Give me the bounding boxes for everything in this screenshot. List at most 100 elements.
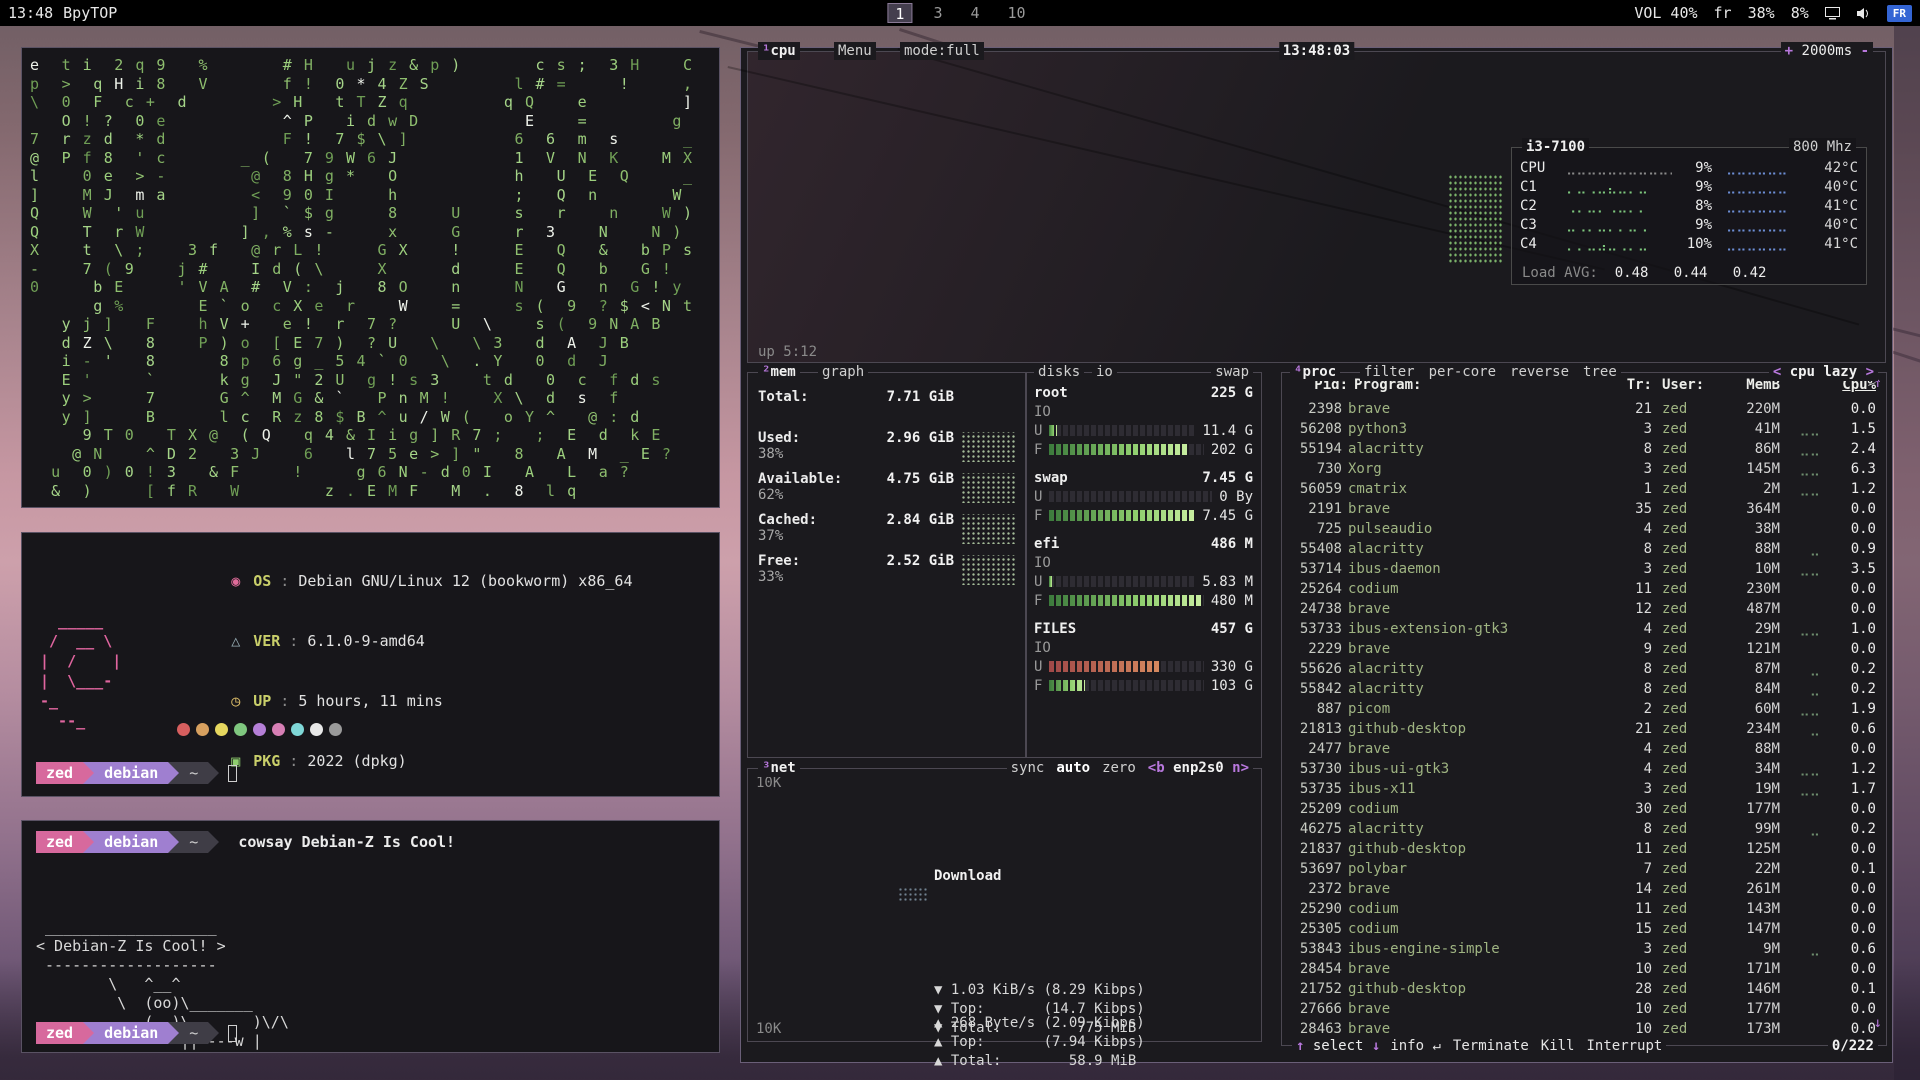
col-user[interactable]: User: (1652, 377, 1718, 393)
process-row[interactable]: 55626 alacritty 8 zed 87M ⣀ 0.2 (1282, 659, 1886, 679)
proc-action-button[interactable]: Terminate (1453, 1037, 1529, 1055)
interval-decrease-button[interactable]: - (1861, 43, 1869, 59)
menu-button[interactable]: Menu (834, 42, 876, 60)
process-row[interactable]: 25264 codium 11 zed 230M 0.0 (1282, 579, 1886, 599)
process-row[interactable]: 25290 codium 11 zed 143M 0.0 (1282, 899, 1886, 919)
process-row[interactable]: 56208 python3 3 zed 41M ⣀⣀ 1.5 (1282, 419, 1886, 439)
core-usage-graph: ⡀⣀⢀⣀⣄⣀⡀⣀ (1566, 179, 1672, 195)
process-row[interactable]: 730 Xorg 3 zed 145M ⣀⣀ 6.3 (1282, 459, 1886, 479)
shell-prompt[interactable]: zeddebian~ (36, 1022, 237, 1044)
process-row[interactable]: 55194 alacritty 8 zed 86M ⣀⣀ 2.4 (1282, 439, 1886, 459)
cpu-core-panel: i3-7100 800 Mhz CPU ⣀⣀⣀⣀⣀⣀⣀⣀⣀⣀⣀ 9% ⣀⣀⣀⣀⣀… (1511, 147, 1867, 285)
process-row[interactable]: 25305 codium 15 zed 147M 0.0 (1282, 919, 1886, 939)
workspace-button[interactable]: 4 (963, 3, 986, 23)
process-row[interactable]: 725 pulseaudio 4 zed 38M 0.0 (1282, 519, 1886, 539)
process-row[interactable]: 21752 github-desktop 28 zed 146M 0.1 (1282, 979, 1886, 999)
process-threads: 9 (1616, 639, 1652, 659)
workspace-button[interactable]: 1 (887, 3, 912, 23)
status-module[interactable]: fr (1714, 4, 1732, 22)
prompt-user: zed (36, 1022, 83, 1044)
process-cpu-graph (1780, 519, 1824, 539)
process-row[interactable]: 887 picom 2 zed 60M ⣀⣀ 1.9 (1282, 699, 1886, 719)
sort-selector[interactable]: < cpu lazy > (1769, 363, 1878, 381)
net-tab[interactable]: auto (1056, 759, 1090, 777)
prompt-host: debian (94, 831, 168, 853)
status-module[interactable]: 38% (1748, 4, 1775, 22)
workspace-button[interactable]: 10 (1001, 3, 1033, 23)
shell-prompt[interactable]: zeddebian~ (36, 762, 237, 784)
net-tab[interactable]: sync (1011, 759, 1045, 777)
process-name: codium (1348, 919, 1616, 939)
terminal-color-palette (177, 723, 342, 736)
mem-stat: Free: 2.52 GiB 33% (758, 553, 1016, 585)
keyboard-layout-badge[interactable]: FR (1887, 5, 1912, 22)
process-mem: 29M (1718, 619, 1780, 639)
process-row[interactable]: 53735 ibus-x11 3 zed 19M ⣀⣀ 1.7 (1282, 779, 1886, 799)
process-user: zed (1652, 759, 1718, 779)
process-pid: 55626 (1292, 659, 1348, 679)
process-row[interactable]: 56059 cmatrix 1 zed 2M ⣀⣀ 1.2 (1282, 479, 1886, 499)
process-row[interactable]: 24738 brave 12 zed 487M 0.0 (1282, 599, 1886, 619)
process-row[interactable]: 2372 brave 14 zed 261M 0.0 (1282, 879, 1886, 899)
proc-tab[interactable]: reverse (1510, 363, 1569, 381)
net-tab[interactable]: zero (1102, 759, 1136, 777)
process-row[interactable]: 46275 alacritty 8 zed 99M ⣀ 0.2 (1282, 819, 1886, 839)
mode-toggle[interactable]: mode:full (900, 42, 984, 60)
interval-increase-button[interactable]: + (1785, 43, 1793, 59)
process-row[interactable]: 28463 brave 10 zed 173M 0.0 (1282, 1019, 1886, 1039)
io-tab[interactable]: io (1092, 363, 1117, 381)
disk-line: efi 486 M (1026, 534, 1261, 553)
col-threads[interactable]: Tr: (1616, 377, 1652, 393)
proc-tab[interactable]: filter (1364, 363, 1415, 381)
process-row[interactable]: 53730 ibus-ui-gtk3 4 zed 34M ⣀⣀ 1.2 (1282, 759, 1886, 779)
status-module[interactable]: 8% (1791, 4, 1809, 22)
cursor[interactable] (228, 1025, 237, 1042)
disk-label: root (1034, 385, 1068, 401)
proc-action-button[interactable]: Kill (1541, 1037, 1575, 1055)
process-row[interactable]: 55842 alacritty 8 zed 84M ⣀ 0.2 (1282, 679, 1886, 699)
status-module[interactable]: VOL 40% (1634, 4, 1697, 22)
swap-tab[interactable]: swap (1211, 363, 1253, 381)
process-cpu: 0.1 (1824, 859, 1876, 879)
proc-action-button[interactable]: info ↵ (1390, 1037, 1441, 1055)
process-row[interactable]: 27666 brave 10 zed 177M 0.0 (1282, 999, 1886, 1019)
process-row[interactable]: 21813 github-desktop 21 zed 234M ⣀ 0.6 (1282, 719, 1886, 739)
process-pid: 21813 (1292, 719, 1348, 739)
cmatrix-line: d Z \ 8 P ) o [ E 7 ) ? U \ \ 3 d A J B (30, 334, 711, 353)
process-cpu-graph (1780, 959, 1824, 979)
info-icon: △ (231, 631, 253, 651)
process-row[interactable]: 53714 ibus-daemon 3 zed 10M ⣀⣀ 3.5 (1282, 559, 1886, 579)
process-row[interactable]: 2229 brave 9 zed 121M 0.0 (1282, 639, 1886, 659)
workspace-button[interactable]: 3 (926, 3, 949, 23)
net-interface-switcher[interactable]: <b enp2s0 n> (1148, 759, 1249, 777)
process-row[interactable]: 53733 ibus-extension-gtk3 4 zed 29M ⣀⣀ 1… (1282, 619, 1886, 639)
process-row[interactable]: 2191 brave 35 zed 364M 0.0 (1282, 499, 1886, 519)
proc-action-button[interactable]: Interrupt (1586, 1037, 1662, 1055)
process-row[interactable]: 53843 ibus-engine-simple 3 zed 9M ⣀ 0.6 (1282, 939, 1886, 959)
cursor[interactable] (228, 765, 237, 782)
info-label: UP (253, 692, 271, 710)
process-row[interactable]: 55408 alacritty 8 zed 88M ⣀ 0.9 (1282, 539, 1886, 559)
mem-graph-toggle[interactable]: graph (818, 363, 868, 381)
proc-tab[interactable]: per-core (1429, 363, 1496, 381)
cmatrix-line: u 0 ) 0 ! 3 & F ! g 6 N - d 0 I A L a ? (30, 463, 711, 482)
process-row[interactable]: 21837 github-desktop 11 zed 125M 0.0 (1282, 839, 1886, 859)
mem-stat-graph (960, 432, 1016, 462)
powerline-arrow-icon (208, 831, 219, 853)
process-row[interactable]: 2398 brave 21 zed 220M 0.0 (1282, 399, 1886, 419)
display-icon[interactable] (1825, 7, 1840, 20)
proc-tab[interactable]: tree (1583, 363, 1617, 381)
process-row[interactable]: 53697 polybar 7 zed 22M 0.1 (1282, 859, 1886, 879)
mem-stat-label: Free: (758, 553, 881, 569)
process-mem: 88M (1718, 739, 1780, 759)
speaker-icon[interactable] (1856, 7, 1871, 20)
process-cpu: 0.0 (1824, 959, 1876, 979)
disks-tab[interactable]: disks (1034, 363, 1084, 381)
disk-meter (1049, 576, 1195, 587)
process-row[interactable]: 28454 brave 10 zed 171M 0.0 (1282, 959, 1886, 979)
process-pid: 56059 (1292, 479, 1348, 499)
process-row[interactable]: 2477 brave 4 zed 88M 0.0 (1282, 739, 1886, 759)
mem-stats: Total: 7.71 GiB Used: 2.96 GiB 38% Avail… (758, 389, 1016, 585)
cmatrix-line: Q T r W ] , % s - x G r 3 N N ) (30, 223, 711, 242)
process-row[interactable]: 25209 codium 30 zed 177M 0.0 (1282, 799, 1886, 819)
